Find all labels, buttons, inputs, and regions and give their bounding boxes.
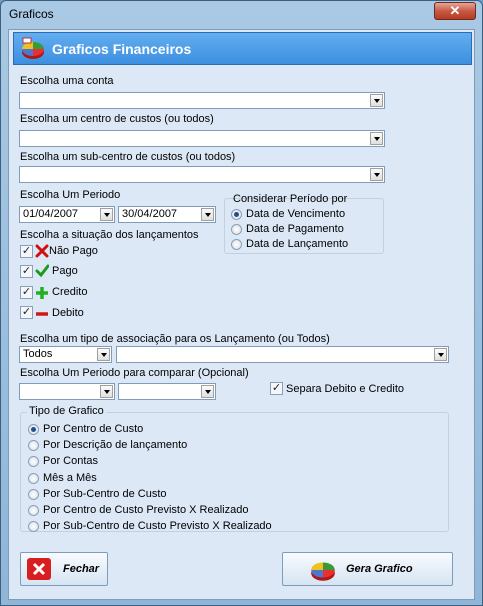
considerar-option-lancamento[interactable]: Data de Lançamento bbox=[231, 238, 381, 252]
gera-grafico-label: Gera Grafico bbox=[346, 563, 413, 575]
associacao-tipo-value: Todos bbox=[23, 348, 53, 360]
green-check-icon bbox=[35, 264, 49, 278]
title-bar: Graficos ✕ bbox=[1, 1, 482, 27]
chevron-down-icon[interactable] bbox=[370, 94, 383, 107]
graficos-window: Graficos ✕ Graficos Financeiros Escolha … bbox=[0, 0, 483, 606]
radio-button[interactable] bbox=[28, 521, 39, 532]
periodo-start-value: 01/04/2007 bbox=[23, 208, 79, 220]
chevron-down-icon[interactable] bbox=[97, 348, 110, 361]
tipo-grafico-option[interactable]: Por Sub-Centro de Custo Previsto X Reali… bbox=[28, 520, 428, 534]
associacao-valor-select[interactable] bbox=[116, 346, 449, 363]
considerar-periodo-title: Considerar Período por bbox=[233, 193, 348, 205]
separa-debito-credito-checkbox[interactable]: ✓ bbox=[270, 382, 283, 395]
tipo-grafico-option[interactable]: Mês a Mês bbox=[28, 472, 428, 486]
radio-button[interactable] bbox=[28, 505, 39, 516]
conta-select[interactable] bbox=[19, 92, 385, 109]
header-banner: Graficos Financeiros bbox=[13, 32, 472, 65]
radio-label: Data de Pagamento bbox=[246, 223, 344, 235]
radio-button[interactable] bbox=[231, 224, 242, 235]
red-minus-icon bbox=[36, 312, 48, 316]
close-icon bbox=[27, 558, 51, 580]
comparar-start-date[interactable] bbox=[19, 383, 115, 400]
pago-checkbox[interactable]: ✓ bbox=[20, 265, 33, 278]
fechar-label: Fechar bbox=[63, 563, 100, 575]
associacao-label: Escolha um tipo de associação para os La… bbox=[20, 333, 330, 345]
radio-button[interactable] bbox=[28, 489, 39, 500]
associacao-tipo-select[interactable]: Todos bbox=[19, 346, 112, 363]
debito-checkbox[interactable]: ✓ bbox=[20, 306, 33, 319]
sub-centro-label: Escolha um sub-centro de custos (ou todo… bbox=[20, 151, 236, 163]
radio-button[interactable] bbox=[28, 456, 39, 467]
nao-pago-checkbox[interactable]: ✓ bbox=[20, 245, 33, 258]
chevron-down-icon[interactable] bbox=[100, 385, 113, 398]
dialog-client-area: Graficos Financeiros Escolha uma conta E… bbox=[8, 29, 475, 600]
chevron-down-icon[interactable] bbox=[201, 208, 214, 221]
radio-button[interactable] bbox=[231, 239, 242, 250]
radio-button[interactable] bbox=[28, 424, 39, 435]
chevron-down-icon[interactable] bbox=[434, 348, 447, 361]
radio-button[interactable] bbox=[231, 209, 242, 220]
radio-button[interactable] bbox=[28, 440, 39, 451]
pie-chart-icon bbox=[22, 37, 44, 59]
window-title: Graficos bbox=[9, 7, 54, 21]
red-x-icon bbox=[35, 244, 49, 258]
chevron-down-icon[interactable] bbox=[370, 168, 383, 181]
radio-label: Por Sub-Centro de Custo bbox=[43, 488, 167, 500]
radio-label: Por Descrição de lançamento bbox=[43, 439, 188, 451]
radio-label: Mês a Mês bbox=[43, 472, 97, 484]
centro-custos-select[interactable] bbox=[19, 130, 385, 147]
chevron-down-icon[interactable] bbox=[370, 132, 383, 145]
fechar-button[interactable]: Fechar bbox=[20, 552, 108, 586]
header-title: Graficos Financeiros bbox=[52, 41, 192, 57]
tipo-grafico-option[interactable]: Por Contas bbox=[28, 455, 428, 469]
tipo-grafico-group: Tipo de Grafico Por Centro de Custo Por … bbox=[20, 405, 449, 534]
green-plus-icon bbox=[36, 287, 48, 299]
considerar-option-pagamento[interactable]: Data de Pagamento bbox=[231, 223, 381, 237]
sub-centro-select[interactable] bbox=[19, 166, 385, 183]
radio-label: Data de Lançamento bbox=[246, 238, 349, 250]
radio-label: Por Centro de Custo bbox=[43, 423, 144, 435]
considerar-periodo-group: Considerar Período por Data de Venciment… bbox=[224, 193, 384, 254]
tipo-grafico-option[interactable]: Por Centro de Custo Previsto X Realizado bbox=[28, 504, 428, 518]
credito-label: Credito bbox=[52, 286, 88, 298]
comparar-end-date[interactable] bbox=[118, 383, 216, 400]
radio-label: Por Centro de Custo Previsto X Realizado bbox=[43, 504, 249, 516]
pie-chart-icon bbox=[311, 562, 335, 581]
periodo-end-date[interactable]: 30/04/2007 bbox=[118, 206, 216, 223]
radio-label: Por Sub-Centro de Custo Previsto X Reali… bbox=[43, 520, 272, 532]
periodo-label: Escolha Um Periodo bbox=[20, 189, 121, 201]
periodo-end-value: 30/04/2007 bbox=[122, 208, 178, 220]
separa-debito-credito-label: Separa Debito e Credito bbox=[286, 383, 405, 395]
considerar-option-vencimento[interactable]: Data de Vencimento bbox=[231, 208, 381, 222]
radio-label: Por Contas bbox=[43, 455, 99, 467]
chevron-down-icon[interactable] bbox=[201, 385, 214, 398]
pago-label: Pago bbox=[52, 265, 78, 277]
tipo-grafico-option[interactable]: Por Centro de Custo bbox=[28, 423, 428, 437]
tipo-grafico-option[interactable]: Por Sub-Centro de Custo bbox=[28, 488, 428, 502]
periodo-start-date[interactable]: 01/04/2007 bbox=[19, 206, 115, 223]
radio-button[interactable] bbox=[28, 473, 39, 484]
debito-label: Debito bbox=[52, 307, 84, 319]
tipo-grafico-option[interactable]: Por Descrição de lançamento bbox=[28, 439, 428, 453]
radio-label: Data de Vencimento bbox=[246, 208, 346, 220]
centro-custos-label: Escolha um centro de custos (ou todos) bbox=[20, 113, 214, 125]
gera-grafico-button[interactable]: Gera Grafico bbox=[282, 552, 453, 586]
conta-label: Escolha uma conta bbox=[20, 75, 114, 87]
nao-pago-label: Não Pago bbox=[49, 245, 98, 257]
window-close-button[interactable]: ✕ bbox=[434, 2, 476, 20]
situacao-label: Escolha a situação dos lançamentos bbox=[20, 229, 199, 241]
comparar-label: Escolha Um Periodo para comparar (Opcion… bbox=[20, 367, 249, 379]
tipo-grafico-title: Tipo de Grafico bbox=[27, 405, 106, 417]
chevron-down-icon[interactable] bbox=[100, 208, 113, 221]
credito-checkbox[interactable]: ✓ bbox=[20, 286, 33, 299]
